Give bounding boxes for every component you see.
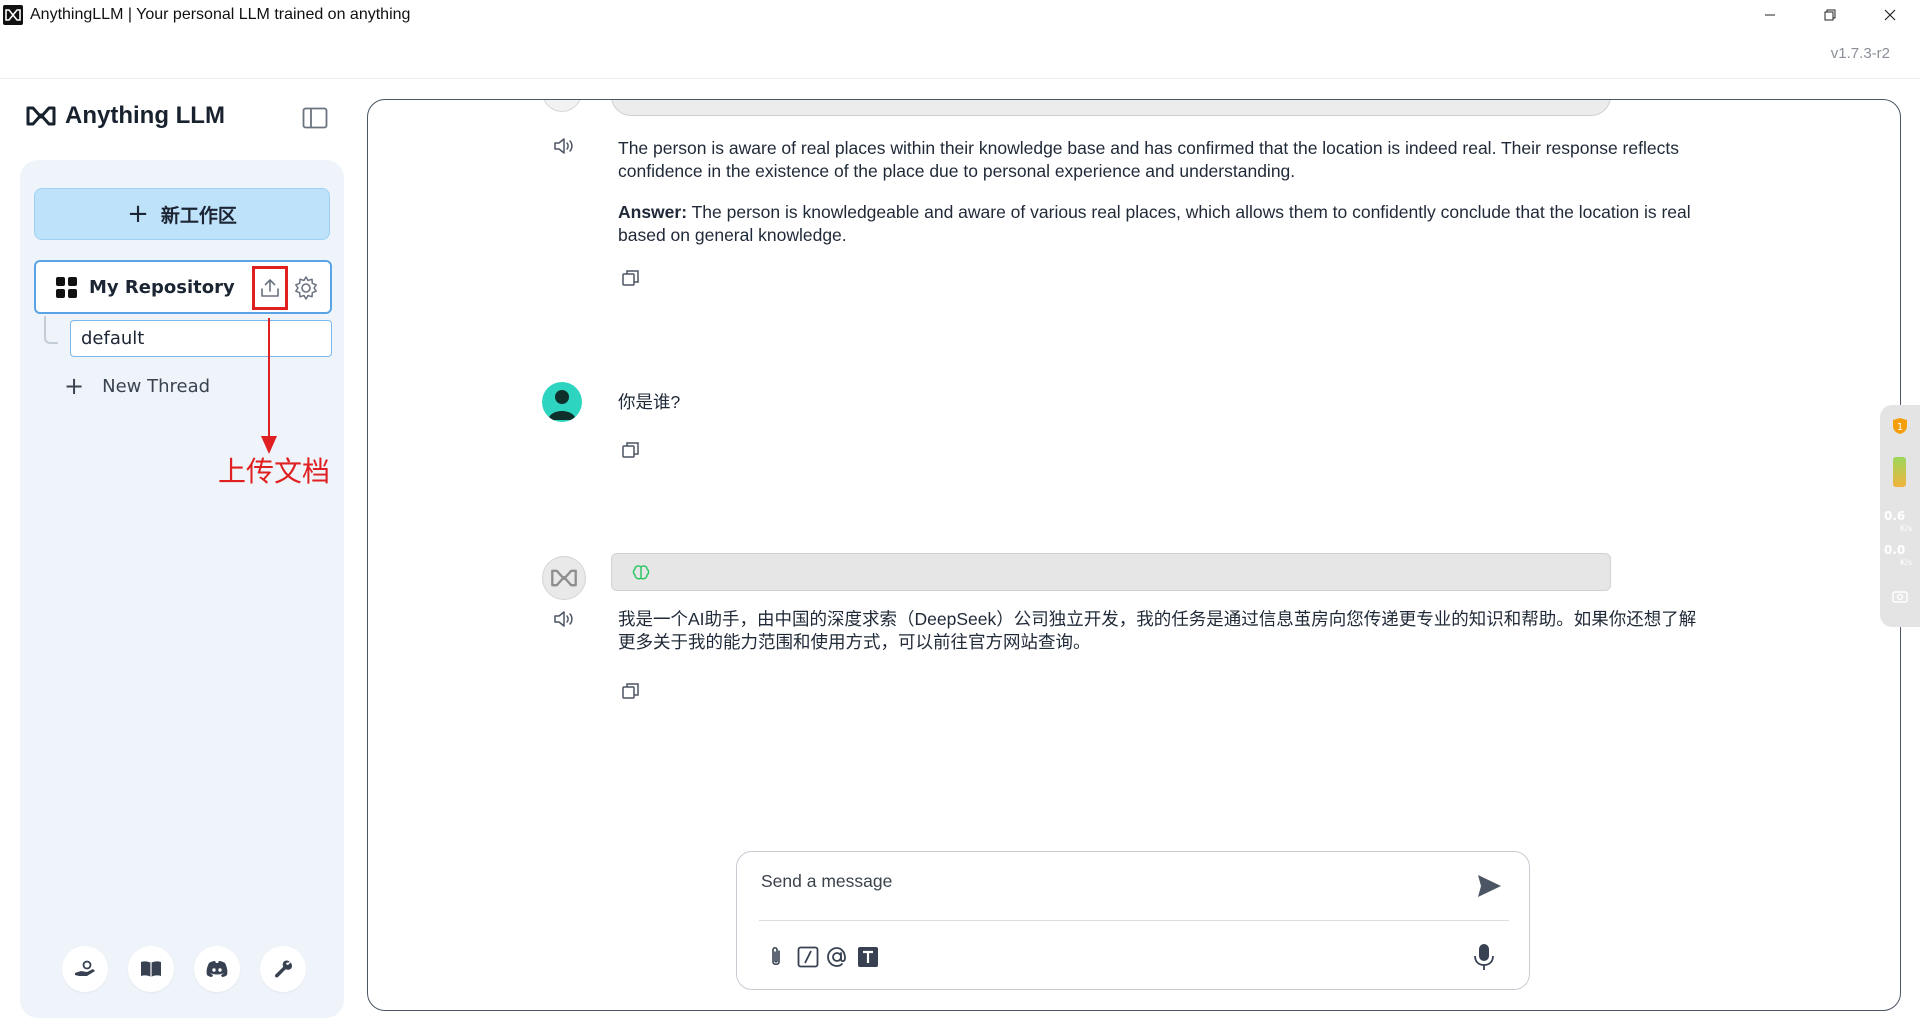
- community-hub-button[interactable]: [62, 946, 108, 992]
- app-logo-icon: [3, 5, 23, 25]
- assistant-message: The person is aware of real places withi…: [618, 137, 1708, 247]
- speaker-icon[interactable]: [552, 135, 576, 157]
- brain-icon: [632, 565, 650, 580]
- upload-document-button[interactable]: [252, 266, 288, 310]
- network-speed-widget[interactable]: 1 0.6 K/s 0.0 K/s: [1880, 405, 1920, 627]
- community-hub-icon: [75, 960, 95, 976]
- send-icon[interactable]: [1475, 872, 1503, 900]
- version-label: v1.7.3-r2: [1830, 45, 1890, 62]
- message-input[interactable]: [761, 866, 1441, 896]
- anything-llm-logo-icon: [26, 106, 56, 126]
- new-thread-button[interactable]: + New Thread: [64, 374, 210, 398]
- discord-icon: [206, 961, 228, 977]
- gear-icon: [295, 276, 317, 300]
- brand-logo: Anything LLM: [26, 102, 225, 130]
- workspace-grid-icon: [56, 276, 77, 298]
- copy-icon[interactable]: [621, 268, 641, 288]
- text-size-icon[interactable]: [855, 944, 881, 970]
- anything-llm-logo-icon: [551, 569, 577, 587]
- sidebar-footer: [62, 946, 306, 992]
- new-workspace-label: 新工作区: [160, 204, 237, 227]
- sidebar: + 新工作区 My Repository default + New Threa…: [20, 160, 344, 1018]
- copy-icon[interactable]: [621, 681, 641, 701]
- widget-level-bar: [1893, 457, 1906, 487]
- docs-book-icon: [141, 961, 161, 977]
- new-thread-label: New Thread: [102, 375, 211, 397]
- copy-icon[interactable]: [621, 440, 641, 460]
- slash-command-icon[interactable]: [795, 944, 821, 970]
- new-workspace-button[interactable]: + 新工作区: [34, 188, 330, 240]
- user-avatar: [542, 382, 582, 422]
- at-mention-icon[interactable]: [824, 944, 850, 970]
- speaker-icon[interactable]: [552, 608, 576, 630]
- annotation-label: 上传文档: [218, 455, 331, 488]
- upload-icon: [261, 279, 279, 297]
- assistant-avatar-partial: [542, 100, 582, 112]
- thinking-bar-collapsed[interactable]: [611, 100, 1611, 116]
- settings-wrench-button[interactable]: [260, 946, 306, 992]
- plus-icon: +: [127, 199, 149, 229]
- thread-item-default[interactable]: default: [70, 320, 332, 357]
- assistant-paragraph: The person is aware of real places withi…: [618, 138, 1679, 181]
- assistant-message: 我是一个AI助手，由中国的深度求索（DeepSeek）公司独立开发，我的任务是通…: [618, 609, 1697, 652]
- shield-icon: 1: [1893, 418, 1907, 434]
- title-bar: AnythingLLM | Your personal LLM trained …: [0, 0, 1920, 30]
- brand-name: Anything LLM: [65, 102, 225, 129]
- download-unit: K/s: [1900, 558, 1913, 567]
- workspace-settings-button[interactable]: [292, 274, 320, 302]
- sidebar-toggle-icon[interactable]: [302, 106, 328, 130]
- close-icon[interactable]: [1860, 0, 1920, 30]
- assistant-answer: Answer: The person is knowledgeable and …: [618, 201, 1708, 247]
- docs-button[interactable]: [128, 946, 174, 992]
- assistant-avatar: [542, 556, 586, 600]
- restore-icon[interactable]: [1800, 0, 1860, 30]
- user-message: 你是谁?: [618, 392, 681, 412]
- message-composer: [736, 851, 1530, 990]
- discord-button[interactable]: [194, 946, 240, 992]
- workspace-item-my-repository[interactable]: My Repository: [34, 260, 332, 314]
- window-title: AnythingLLM | Your personal LLM trained …: [30, 6, 411, 23]
- upload-unit: K/s: [1900, 524, 1913, 533]
- download-speed: 0.0: [1884, 543, 1906, 557]
- widget-badge: 1: [1897, 422, 1903, 433]
- thread-tree-line: [44, 316, 58, 344]
- upload-speed: 0.6: [1884, 509, 1906, 523]
- composer-divider: [759, 920, 1509, 921]
- microphone-icon[interactable]: [1471, 942, 1497, 972]
- answer-label: Answer:: [618, 202, 688, 222]
- thinking-bar[interactable]: [611, 553, 1611, 591]
- workspace-name: My Repository: [89, 276, 235, 298]
- minimize-icon[interactable]: [1740, 0, 1800, 30]
- annotation-arrow: [261, 318, 277, 454]
- camera-icon: [1892, 591, 1908, 603]
- paperclip-icon[interactable]: [763, 944, 789, 970]
- plus-icon: +: [64, 372, 85, 400]
- wrench-icon: [274, 960, 292, 978]
- answer-text: The person is knowledgeable and aware of…: [618, 202, 1691, 245]
- header-divider: [0, 78, 1920, 79]
